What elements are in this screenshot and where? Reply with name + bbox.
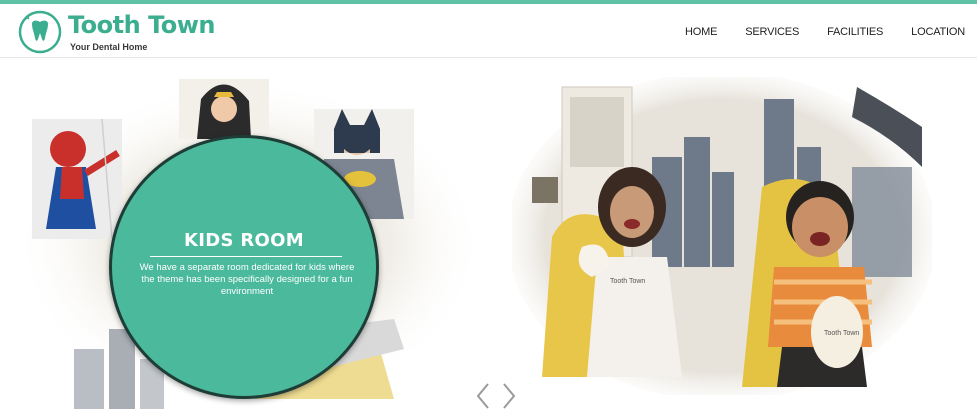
- slide-description: We have a separate room dedicated for ki…: [139, 262, 355, 297]
- facilities-slider: KIDS ROOM We have a separate room dedica…: [0, 59, 977, 420]
- nav-services[interactable]: SERVICES: [745, 26, 799, 38]
- chevron-left-icon[interactable]: [474, 381, 492, 411]
- nav-location[interactable]: LOCATION: [911, 26, 965, 38]
- tooth-logo-icon: [18, 10, 62, 54]
- kids-photo-illustration: Tooth Town Tooth Town: [507, 71, 937, 401]
- kids-room-caption-circle: KIDS ROOM We have a separate room dedica…: [109, 135, 379, 399]
- site-logo[interactable]: Tooth Town Your Dental Home: [18, 8, 228, 56]
- title-divider: [150, 256, 342, 257]
- nav-facilities[interactable]: FACILITIES: [827, 26, 883, 38]
- superhero-mural-image: KIDS ROOM We have a separate room dedica…: [14, 79, 484, 419]
- slide-title: KIDS ROOM: [184, 230, 304, 251]
- kids-room-photo: Tooth Town Tooth Town: [507, 71, 937, 401]
- brand-tagline: Your Dental Home: [70, 42, 148, 52]
- main-nav: HOME SERVICES FACILITIES LOCATION: [657, 26, 965, 38]
- brand-name: Tooth Town: [68, 11, 216, 39]
- glove-text-left: Tooth Town: [610, 278, 645, 285]
- chevron-right-icon[interactable]: [500, 381, 518, 411]
- nav-home[interactable]: HOME: [685, 26, 717, 38]
- glove-text-right: Tooth Town: [824, 330, 859, 337]
- slider-controls: [474, 381, 518, 411]
- site-header: Tooth Town Your Dental Home HOME SERVICE…: [0, 4, 977, 58]
